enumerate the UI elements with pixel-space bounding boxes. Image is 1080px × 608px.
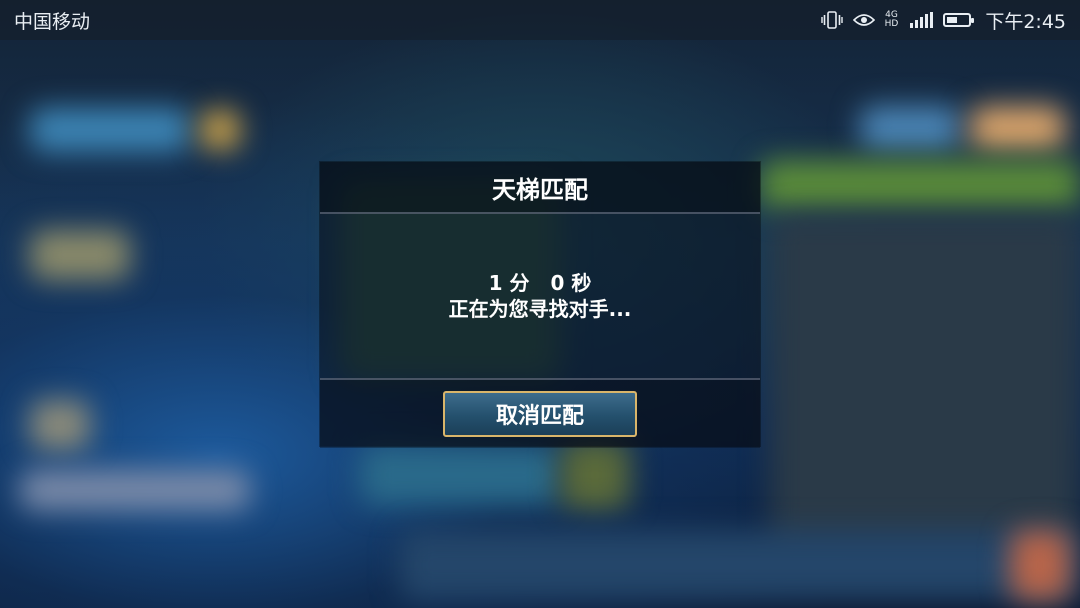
cancel-match-button[interactable]: 取消匹配 xyxy=(443,391,637,437)
status-bar: 中国移动 4G HD 下午2:45 xyxy=(0,0,1080,40)
bg-blob xyxy=(30,400,90,450)
dialog-header: 天梯匹配 xyxy=(320,162,760,214)
dialog-footer: 取消匹配 xyxy=(320,378,760,448)
bg-blob xyxy=(30,230,130,280)
dialog-body: 1 分 0 秒 正在为您寻找对手... xyxy=(320,214,760,378)
bg-blob xyxy=(760,160,1080,210)
battery-icon xyxy=(943,13,975,27)
bg-blob xyxy=(20,470,250,510)
clock: 下午2:45 xyxy=(985,10,1066,33)
network-badge: 4G HD xyxy=(885,11,901,29)
vibrate-icon xyxy=(820,11,843,29)
bg-blob xyxy=(770,215,1080,555)
bg-blob xyxy=(400,530,1080,600)
eye-comfort-icon xyxy=(852,12,875,28)
bg-blob xyxy=(360,445,560,505)
bg-blob xyxy=(200,110,240,150)
carrier-label: 中国移动 xyxy=(14,10,91,33)
bg-blob xyxy=(860,106,960,150)
status-icons: 4G HD 下午2:45 xyxy=(820,7,1066,34)
searching-message: 正在为您寻找对手... xyxy=(448,297,632,321)
bg-blob xyxy=(560,440,630,510)
bg-blob xyxy=(970,106,1065,150)
dialog-title: 天梯匹配 xyxy=(492,175,588,204)
ladder-match-dialog: 天梯匹配 1 分 0 秒 正在为您寻找对手... 取消匹配 xyxy=(320,162,760,448)
signal-icon xyxy=(910,12,934,28)
cancel-match-label: 取消匹配 xyxy=(495,404,584,429)
match-timer: 1 分 0 秒 xyxy=(488,271,592,295)
bg-blob xyxy=(30,108,190,152)
network-hd: HD xyxy=(884,19,899,29)
bg-blob xyxy=(1010,530,1070,600)
